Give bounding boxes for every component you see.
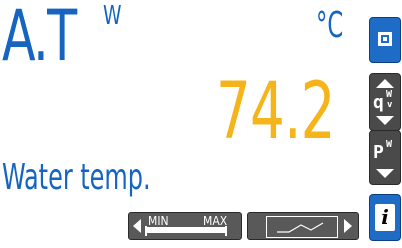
updown-button-letter: q	[373, 92, 384, 113]
pw-button-sup: W	[386, 139, 393, 150]
arrow-down-icon	[376, 116, 394, 125]
mode-square-icon	[378, 32, 392, 46]
scroll-updown-button[interactable]: q W v	[369, 73, 401, 131]
trend-graph-icon	[266, 216, 338, 238]
parameter-code-superscript: W	[103, 1, 122, 31]
max-label: MAX	[203, 214, 228, 228]
mode-button[interactable]	[369, 17, 401, 63]
arrow-left-icon	[133, 219, 141, 233]
arrow-up-icon	[376, 79, 394, 88]
pw-button-letter: P	[373, 142, 384, 163]
trend-graph-button[interactable]	[247, 212, 359, 240]
arrow-right-icon	[344, 219, 352, 233]
updown-button-sup: W	[386, 89, 393, 100]
trend-line	[277, 222, 324, 233]
minmax-button[interactable]: MIN MAX	[128, 212, 242, 240]
display-screen: A.T W °C 74.2 Water temp. q W v P W i MI…	[0, 0, 402, 248]
arrow-down-icon	[376, 169, 394, 178]
unit-label: °C	[316, 5, 344, 46]
max-tick	[225, 226, 227, 236]
pw-button[interactable]: P W	[369, 130, 401, 185]
parameter-code: A.T	[2, 0, 77, 77]
minmax-range-bar	[145, 227, 227, 233]
parameter-description: Water temp.	[2, 157, 151, 198]
min-label: MIN	[148, 214, 169, 228]
reading-value: 74.2	[216, 67, 335, 157]
info-icon: i	[375, 204, 395, 231]
updown-button-sub: v	[387, 100, 393, 110]
info-button[interactable]: i	[369, 194, 401, 241]
